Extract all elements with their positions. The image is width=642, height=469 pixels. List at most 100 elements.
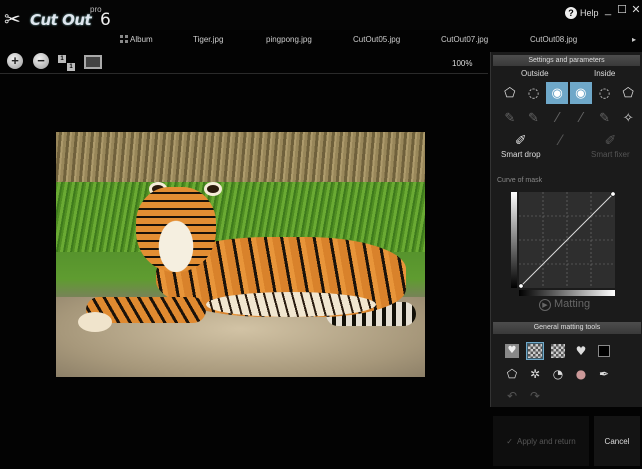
tab-cutout05[interactable]: CutOut05.jpg: [353, 35, 400, 44]
tiger-ear: [204, 182, 222, 196]
help-label: Help: [580, 8, 599, 18]
polygon-lasso-inside-button[interactable]: ⬠: [617, 82, 639, 104]
logo-text: Cut Out: [30, 11, 92, 29]
curve-handle[interactable]: [519, 283, 524, 288]
close-button[interactable]: ✕: [630, 4, 642, 16]
tiger-paw: [78, 312, 112, 332]
minimize-button[interactable]: _: [602, 4, 614, 16]
checker-icon: [528, 344, 542, 358]
help-button[interactable]: ? Help: [565, 6, 599, 20]
curve-handle[interactable]: [610, 192, 615, 197]
scissors-icon: ✂: [4, 7, 21, 31]
sphere-button[interactable]: ●: [572, 365, 590, 383]
brush-icon: ✎: [528, 110, 539, 126]
help-icon: ?: [565, 7, 577, 19]
blur-icon: ✲: [529, 367, 541, 381]
mask-curve-editor[interactable]: [519, 192, 615, 288]
tab-cutout08[interactable]: CutOut08.jpg: [530, 35, 577, 44]
actual-size-button[interactable]: 1 1: [58, 55, 76, 71]
eye-icon: ◉: [551, 85, 563, 101]
general-tools-row-1: ♥ ♥: [503, 342, 623, 362]
zoom-out-button[interactable]: −: [33, 53, 51, 71]
undo-redo-row: ↶ ↷: [503, 387, 623, 407]
smart-tools: ✐ Smart drop ⁄ ✐ Smart fixer: [501, 132, 641, 164]
redo-button[interactable]: ↷: [526, 387, 544, 405]
file-tabs: Album Tiger.jpg pingpong.jpg CutOut05.jp…: [0, 31, 642, 49]
smart-fixer-button[interactable]: ✐ Smart fixer: [591, 132, 630, 159]
heart-button[interactable]: ♥: [572, 342, 590, 360]
smart-drop-button[interactable]: ✐ Smart drop: [501, 132, 541, 159]
cancel-button[interactable]: Cancel: [594, 416, 640, 466]
inside-label: Inside: [594, 69, 616, 78]
curve-of-mask-label: Curve of mask: [497, 177, 543, 184]
black-square-icon: [598, 345, 610, 357]
lasso-icon: ◌: [527, 85, 540, 101]
outside-inside-tools: ⬠ ◌ ◉ ◉ ◌ ⬠: [499, 82, 639, 104]
feather-icon: ✒: [598, 367, 610, 381]
heart-bg-icon: ♥: [505, 344, 519, 358]
undo-button[interactable]: ↶: [503, 387, 521, 405]
settings-header: Settings and parameters: [493, 55, 640, 66]
eye-inside-button[interactable]: ◉: [570, 82, 592, 104]
curve-output-gradient: [519, 290, 615, 296]
tab-pingpong[interactable]: pingpong.jpg: [266, 35, 312, 44]
settings-panel: Settings and parameters Outside Inside ⬠…: [490, 52, 642, 407]
eye-outside-button[interactable]: ◉: [546, 82, 569, 104]
zoom-out-icon: −: [33, 53, 49, 69]
general-matting-tools-header: General matting tools: [493, 322, 641, 334]
brush-button[interactable]: ✎: [594, 107, 616, 129]
fit-to-window-icon[interactable]: [84, 55, 102, 69]
polygon-lasso-icon: ⬠: [506, 367, 518, 381]
swirl-button[interactable]: ◔: [549, 365, 567, 383]
lasso-outside-button[interactable]: ◌: [523, 82, 545, 104]
matting-label: Matting: [554, 298, 591, 310]
curve-graph: [519, 192, 615, 288]
blur-button[interactable]: ✲: [526, 365, 544, 383]
undo-icon: ↶: [506, 389, 518, 403]
polygon-lasso-outside-button[interactable]: ⬠: [499, 82, 521, 104]
brush-icon: ✎: [599, 110, 610, 126]
outside-inside-labels: Outside Inside: [491, 66, 642, 79]
logo-version: 6: [100, 10, 111, 30]
pen-button[interactable]: ⁄: [570, 107, 592, 129]
pen-icon: ⁄: [559, 133, 562, 149]
album-grid-icon: [120, 35, 128, 43]
app-logo: ✂ Cut Out pro 6: [4, 3, 114, 31]
apply-label: Apply and return: [517, 436, 576, 446]
tab-overflow-arrow-icon[interactable]: ▸: [632, 35, 636, 44]
one-to-one-icon: 1: [58, 55, 66, 63]
zoom-in-button[interactable]: +: [7, 53, 25, 71]
zoom-level: 100%: [452, 59, 473, 68]
polygon-select-button[interactable]: ⬠: [503, 365, 521, 383]
white-background-button[interactable]: ♥: [503, 342, 521, 360]
view-toolbar: + − 1 1 100%: [0, 52, 488, 74]
transparent-background-button[interactable]: [526, 342, 544, 360]
tab-tiger[interactable]: Tiger.jpg: [193, 35, 223, 44]
apply-and-return-button[interactable]: ✓ Apply and return: [493, 416, 589, 466]
smart-drop-icon: ✐: [514, 133, 527, 149]
maximize-button[interactable]: ☐: [616, 4, 628, 16]
image-canvas[interactable]: [56, 132, 425, 377]
pen-tool-button[interactable]: ⁄: [559, 132, 561, 150]
brush-button[interactable]: ✎: [523, 107, 545, 129]
lasso-inside-button[interactable]: ◌: [594, 82, 616, 104]
checker-icon: [551, 344, 565, 358]
matting-button[interactable]: ▶ Matting: [539, 298, 590, 311]
title-bar: ✂ Cut Out pro 6 ? Help _ ☐ ✕: [0, 0, 642, 31]
tab-album[interactable]: Album: [120, 35, 153, 44]
play-icon: ▶: [539, 299, 551, 311]
magic-wand-button[interactable]: ✧: [617, 107, 639, 129]
pen-button[interactable]: ⁄: [546, 107, 568, 129]
checker-background-button[interactable]: [549, 342, 567, 360]
tab-cutout07[interactable]: CutOut07.jpg: [441, 35, 488, 44]
eye-icon: ◉: [575, 85, 587, 101]
pen-icon: ⁄: [556, 110, 559, 126]
swirl-icon: ◔: [552, 367, 564, 381]
lasso-icon: ◌: [598, 85, 611, 101]
tab-label: Album: [130, 35, 153, 44]
zoom-in-icon: +: [7, 53, 23, 69]
black-background-button[interactable]: [595, 342, 613, 360]
check-icon: ✓: [506, 436, 513, 446]
feather-button[interactable]: ✒: [595, 365, 613, 383]
brush-button[interactable]: ✎: [499, 107, 521, 129]
